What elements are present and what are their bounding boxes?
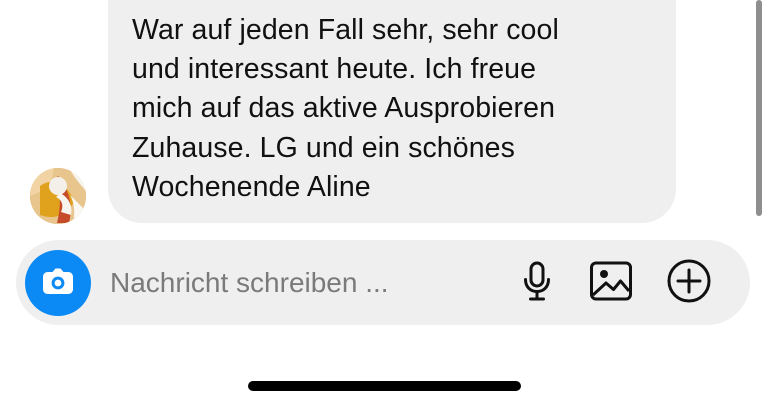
voice-message-button[interactable] bbox=[514, 260, 560, 306]
avatar[interactable] bbox=[30, 168, 86, 224]
microphone-icon bbox=[520, 260, 554, 307]
message-line: Wochenende Aline bbox=[132, 170, 371, 203]
avatar-photo bbox=[30, 168, 86, 224]
gallery-button[interactable] bbox=[588, 260, 634, 306]
message-text: War auf jeden Fall sehr, sehr cool und i… bbox=[132, 11, 662, 207]
camera-button[interactable] bbox=[25, 250, 91, 316]
camera-icon bbox=[40, 265, 76, 302]
scrollbar[interactable] bbox=[756, 0, 762, 216]
message-line: mich auf das aktive Ausprobieren bbox=[132, 92, 556, 125]
message-composer bbox=[16, 240, 750, 325]
image-icon bbox=[589, 260, 633, 307]
plus-circle-icon bbox=[666, 258, 712, 309]
home-indicator bbox=[248, 381, 521, 391]
message-bubble[interactable]: War auf jeden Fall sehr, sehr cool und i… bbox=[108, 0, 676, 223]
add-content-button[interactable] bbox=[666, 258, 712, 309]
message-input[interactable] bbox=[110, 260, 500, 306]
message-line: und interessant heute. Ich freue bbox=[132, 53, 537, 86]
incoming-message: War auf jeden Fall sehr, sehr cool und i… bbox=[0, 0, 768, 230]
message-line: War auf jeden Fall sehr, sehr cool bbox=[132, 14, 559, 46]
message-line: Zuhause. LG und ein schönes bbox=[132, 131, 515, 164]
chat-screen: War auf jeden Fall sehr, sehr cool und i… bbox=[0, 0, 768, 408]
